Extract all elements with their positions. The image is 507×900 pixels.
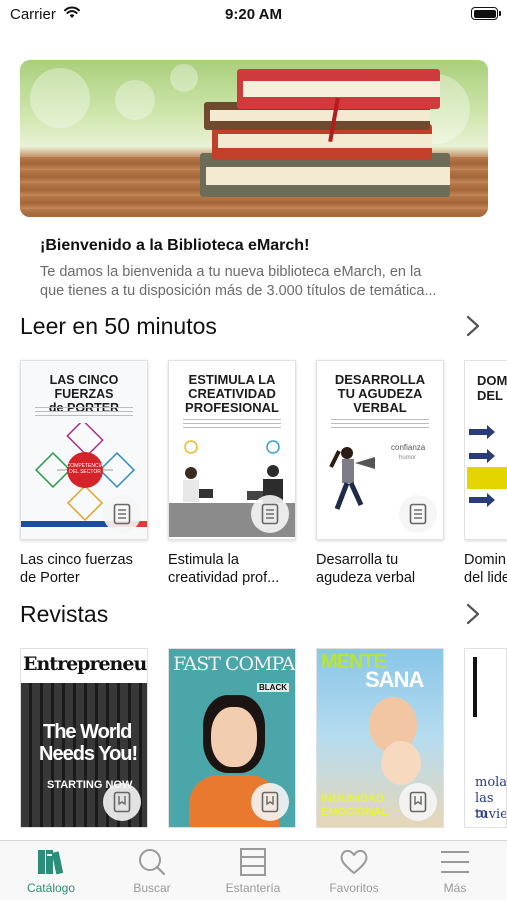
section-title-books: Leer en 50 minutos [20,313,217,339]
book-title: Estimula la creatividad prof... [168,551,303,587]
book-title-line: de Porter [20,570,80,586]
magazine-headline: Needs You! [39,743,138,765]
magazine-headline: The World [43,721,132,743]
magazine-masthead: SANA [365,667,424,692]
magazine-cover-line: tuvier [475,807,506,822]
magazine-sub: BLACK [257,683,289,692]
cover-word: humor [399,455,417,461]
welcome-description-line: que tienes a tu disposición más de 3.000… [40,283,437,299]
book-cover: DOM DEL [464,360,507,540]
magazine-masthead: Entrepreneur [23,653,148,675]
tab-favoritos[interactable]: Favoritos [304,847,404,895]
search-icon [139,849,166,876]
magazine-card[interactable]: Entrepreneur The World Needs You! STARTI… [20,648,148,828]
book-title: Domin del lide [464,551,507,587]
section-title-magazines: Revistas [20,601,109,627]
welcome-title: ¡Bienvenido a la Biblioteca eMarch! [40,237,310,254]
magazine-masthead: FAST COMPANY [173,653,295,675]
book-cover-title: DOM DEL [477,373,507,403]
ebook-badge-icon [399,495,437,533]
heart-icon [340,849,368,874]
tab-mas[interactable]: Más [405,847,505,895]
tab-label: Favoritos [329,881,379,895]
battery-icon [471,7,501,20]
ebook-badge-icon [103,495,141,533]
magazine-badge-icon [399,783,437,821]
shelf-icon [240,848,266,876]
book-card[interactable]: DOM DEL Domin del lide [464,360,507,590]
welcome-description[interactable]: Te damos la bienvenida a tu nueva biblio… [40,263,470,301]
status-bar: Carrier 9:20 AM [0,0,507,30]
book-title-line: del lide [464,570,507,586]
magazine-badge-icon [251,783,289,821]
magazine-cover-line: molar [475,775,507,790]
book-cover-title: ESTIMULA LA CREATIVIDAD PROFESIONAL [185,372,279,415]
book-title-line: Estimula la [168,552,239,568]
book-title-line: creatividad prof... [168,570,280,586]
chevron-right-icon[interactable] [466,603,480,625]
tab-label: Más [443,881,467,895]
tab-label: Estantería [225,881,281,895]
book-title: Desarrolla tu agudeza verbal [316,551,451,587]
ebook-badge-icon [251,495,289,533]
tab-estanteria[interactable]: Estantería [203,847,303,895]
magazine-cover-line: EMOCIONAL [321,806,389,818]
cover-word: confianza [391,443,426,452]
book-title-line: Las cinco fuerzas [20,552,133,568]
magazine-cover-line: INMUNIDAD [321,793,384,805]
book-cover: ESTIMULA LA CREATIVIDAD PROFESIONAL [168,360,296,540]
diagram-center-label: COMPETENCIA DEL SECTOR [66,463,104,475]
magazine-card[interactable]: MENTE SANA INMUNIDAD EMOCIONAL [316,648,444,828]
book-title-line: agudeza verbal [316,570,416,586]
book-cover: LAS CINCO FUERZAS de PORTER COMPETENCIA … [20,360,148,540]
welcome-description-line: Te damos la bienvenida a tu nueva biblio… [40,264,422,280]
tab-catalogo[interactable]: Catálogo [1,847,101,895]
magazine-card[interactable]: FAST COMPANY BLACK [168,648,296,828]
book-cover-title: DESARROLLA TU AGUDEZA VERBAL [334,372,426,415]
status-time: 9:20 AM [225,6,282,23]
book-cover: DESARROLLA TU AGUDEZA VERBAL confianza h… [316,360,444,540]
arrows-illustration-icon [467,425,507,507]
magazine-badge-icon [103,783,141,821]
magazine-card[interactable]: molar las m tuvier [464,648,507,828]
hero-banner-image[interactable] [20,60,488,217]
tab-label: Buscar [133,881,171,895]
tab-buscar[interactable]: Buscar [102,847,202,895]
book-title-line: Desarrolla tu [316,552,399,568]
tab-bar: Catálogo Buscar Estantería Favoritos Más [0,840,507,900]
menu-icon [441,851,469,873]
tab-label: Catálogo [26,881,76,895]
book-title: Las cinco fuerzas de Porter [20,551,155,587]
chevron-right-icon[interactable] [466,315,480,337]
book-title-line: Domin [464,552,506,568]
books-icon [38,850,64,875]
